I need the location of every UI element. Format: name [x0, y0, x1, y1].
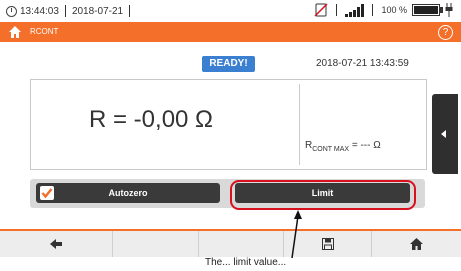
- no-sd-card-icon: [314, 3, 328, 17]
- status-time-area: 13:44:03 2018-07-21: [6, 5, 133, 17]
- status-separator-3: [336, 4, 338, 16]
- limit-subscript: CONT MAX: [312, 146, 350, 153]
- divider: [299, 84, 300, 165]
- status-separator-2: [129, 5, 131, 17]
- plug-icon: [445, 3, 453, 17]
- toolbar-slot-2: [113, 231, 199, 257]
- autozero-label: Autozero: [108, 188, 148, 198]
- status-separator-4: [372, 4, 374, 16]
- status-bar: 13:44:03 2018-07-21 100 %: [0, 0, 461, 22]
- save-icon: [322, 238, 334, 250]
- status-badge: READY!: [202, 56, 255, 72]
- help-icon[interactable]: ?: [438, 25, 453, 40]
- status-indicators: 100 %: [314, 3, 453, 17]
- back-arrow-icon: [50, 239, 62, 249]
- toolbar-slot-3: [199, 231, 284, 257]
- status-date: 2018-07-21: [71, 5, 124, 17]
- status-time: 13:44:03: [20, 5, 59, 17]
- clock-icon: [6, 5, 17, 17]
- limit-value: = --- Ω: [349, 140, 381, 151]
- callout-arrow: [291, 210, 302, 259]
- measurement-panel: R = -0,00 Ω RCONT MAX = --- Ω: [30, 79, 427, 170]
- back-button[interactable]: [0, 231, 113, 257]
- measurement-value: R = -0,00 Ω: [89, 106, 213, 133]
- measurement-datetime: 2018-07-21 13:43:59: [316, 58, 409, 69]
- title-bar: RCONT ?: [0, 22, 461, 42]
- checkmark-icon: [41, 188, 53, 199]
- side-panel-toggle[interactable]: [432, 94, 458, 174]
- signal-strength-icon: [345, 3, 365, 17]
- battery-percent: 100 %: [381, 5, 407, 15]
- autozero-button[interactable]: Autozero: [36, 183, 220, 203]
- home-icon-bottom: [410, 238, 423, 250]
- battery-icon: [412, 4, 443, 16]
- bottom-toolbar: [0, 229, 461, 257]
- autozero-checkbox[interactable]: [40, 186, 54, 200]
- home-nav-button[interactable]: [372, 231, 461, 257]
- callout-text: The... limit value...: [205, 257, 287, 268]
- status-separator: [64, 5, 66, 17]
- limit-readout: RCONT MAX = --- Ω: [305, 140, 381, 153]
- page-title: RCONT: [30, 27, 59, 36]
- home-icon[interactable]: [8, 25, 22, 39]
- limit-highlight-frame: [230, 180, 416, 210]
